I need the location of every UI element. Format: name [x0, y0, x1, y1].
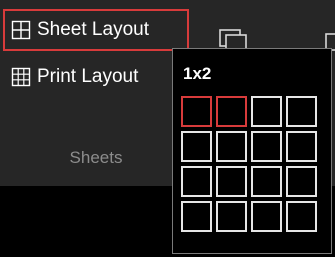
layout-grid-cell-1x4[interactable] [286, 96, 317, 127]
layout-grid-cell-3x2[interactable] [216, 166, 247, 197]
layout-grid-cell-3x3[interactable] [251, 166, 282, 197]
layout-grid-cell-2x3[interactable] [251, 131, 282, 162]
layout-selection-label: 1x2 [183, 64, 212, 83]
layout-grid-cell-1x2[interactable] [216, 96, 247, 127]
print-layout-icon [11, 67, 31, 87]
layout-grid-cell-4x1[interactable] [181, 201, 212, 232]
layout-grid-cell-4x2[interactable] [216, 201, 247, 232]
layout-grid-cell-4x4[interactable] [286, 201, 317, 232]
sheet-layout-icon [11, 20, 31, 40]
layout-grid-cell-1x1[interactable] [181, 96, 212, 127]
layout-grid-cell-2x1[interactable] [181, 131, 212, 162]
layout-picker-dropdown: 1x2 [172, 48, 332, 254]
layout-grid-cell-2x4[interactable] [286, 131, 317, 162]
layout-grid [181, 96, 317, 232]
layout-grid-cell-3x4[interactable] [286, 166, 317, 197]
layout-grid-cell-3x1[interactable] [181, 166, 212, 197]
layout-grid-cell-2x2[interactable] [216, 131, 247, 162]
layout-grid-cell-1x3[interactable] [251, 96, 282, 127]
print-layout-label: Print Layout [37, 66, 139, 87]
layout-grid-cell-4x3[interactable] [251, 201, 282, 232]
app-window: Sheet Layout Print Layout Sheets 1x2 [0, 0, 335, 257]
print-layout-button[interactable]: Print Layout [3, 59, 138, 95]
sheets-group-label: Sheets [69, 148, 123, 167]
sheet-layout-button[interactable]: Sheet Layout [3, 9, 189, 51]
sheet-layout-label: Sheet Layout [37, 19, 149, 40]
